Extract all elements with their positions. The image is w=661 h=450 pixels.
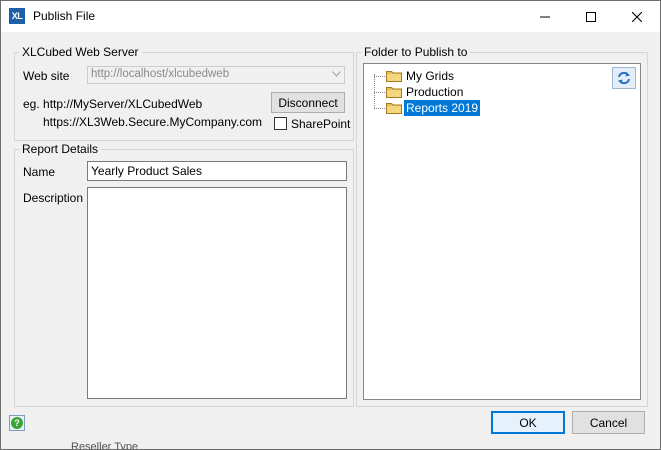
background-peek-text: Reseller Type	[71, 441, 139, 450]
report-details-group-legend: Report Details	[22, 142, 99, 156]
refresh-button[interactable]	[612, 67, 636, 89]
description-field-box	[87, 187, 347, 399]
tree-item-my-grids[interactable]: My Grids	[364, 68, 484, 84]
chevron-down-icon	[332, 71, 341, 77]
tree-item-label: My Grids	[406, 69, 454, 83]
tree-item-label-selected: Reports 2019	[404, 100, 481, 116]
close-button[interactable]	[614, 1, 660, 32]
tree-connector	[374, 76, 385, 77]
website-combobox-value: http://localhost/xlcubedweb	[91, 68, 230, 80]
name-field[interactable]	[88, 162, 346, 180]
folder-tree[interactable]: My Grids Production Reports 2019	[363, 63, 641, 400]
title-bar[interactable]: XL Publish File	[1, 1, 660, 32]
name-label: Name	[23, 165, 56, 179]
example-url-line2: https://XL3Web.Secure.MyCompany.com	[43, 115, 262, 129]
sharepoint-label[interactable]: SharePoint	[291, 117, 350, 131]
tree-item-production[interactable]: Production	[364, 84, 484, 100]
help-button[interactable]: ?	[9, 415, 25, 431]
disconnect-button[interactable]: Disconnect	[271, 92, 345, 113]
example-url-line1: eg. http://MyServer/XLCubedWeb	[23, 97, 203, 111]
publish-file-dialog: XL Publish File XLCubed Web Server Web s…	[0, 0, 661, 450]
close-icon	[632, 11, 642, 22]
folder-icon	[386, 103, 402, 114]
sharepoint-checkbox[interactable]	[274, 117, 287, 130]
minimize-icon	[540, 16, 550, 17]
description-label: Description	[23, 191, 84, 205]
description-field[interactable]	[88, 188, 346, 398]
name-field-box	[87, 161, 347, 181]
tree-connector	[374, 92, 385, 93]
folder-group-legend: Folder to Publish to	[364, 45, 468, 59]
tree-connector	[374, 108, 385, 109]
ok-button[interactable]: OK	[491, 411, 565, 434]
maximize-icon	[586, 11, 596, 22]
help-icon: ?	[11, 417, 23, 429]
window-title: Publish File	[33, 9, 96, 23]
tree-item-label: Production	[406, 85, 464, 99]
folder-icon	[386, 87, 402, 98]
web-server-group-legend: XLCubed Web Server	[22, 45, 139, 59]
website-combobox[interactable]: http://localhost/xlcubedweb	[87, 66, 345, 84]
xlcubed-logo-icon: XL	[9, 8, 25, 24]
refresh-icon	[618, 71, 630, 85]
website-label: Web site	[23, 69, 70, 83]
cancel-button[interactable]: Cancel	[572, 411, 645, 434]
minimize-button[interactable]	[522, 1, 568, 32]
folder-icon	[386, 71, 402, 82]
tree-item-reports-2019[interactable]: Reports 2019	[364, 100, 504, 116]
maximize-button[interactable]	[568, 1, 614, 32]
